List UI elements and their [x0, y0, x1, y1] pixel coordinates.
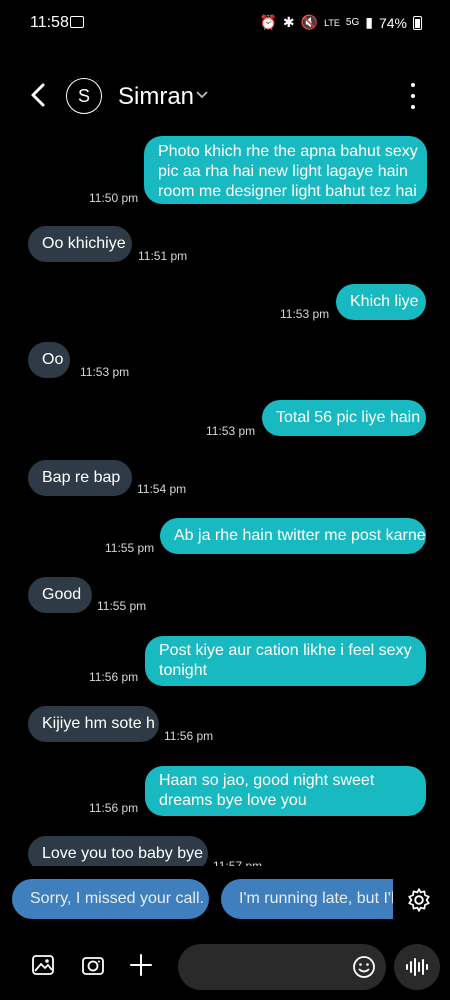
received-message-bubble[interactable]: Oo [28, 342, 70, 378]
message-timestamp: 11:53 pm [80, 365, 130, 379]
received-message-bubble[interactable]: Good [28, 577, 92, 613]
message-text-line: pic aa rha hai new light lagaye hain [158, 163, 408, 180]
message-text-line: Post kiye aur cation likhe i feel sexy [159, 642, 412, 659]
status-bar: 11:58 ⏰ ✱ 🔇 LTE 5G ▮ 74% [0, 0, 450, 50]
alarm-icon: ⏰ [259, 14, 277, 30]
more-options-icon[interactable] [410, 83, 416, 109]
suggestion-bar: Sorry, I missed your call. I'm running l… [0, 876, 450, 922]
lte-label: LTE [324, 17, 340, 28]
message-timestamp: 11:51 pm [138, 249, 188, 263]
message-text-line: tonight [159, 662, 208, 679]
battery-percent: 74% [378, 14, 407, 31]
message-timestamp: 11:50 pm [89, 191, 139, 205]
back-arrow-icon[interactable] [26, 82, 52, 108]
bluetooth-icon: ✱ [282, 14, 295, 30]
settings-gear-icon[interactable] [406, 887, 432, 913]
message-text-line: Khich liye [350, 293, 419, 310]
message-timestamp: 11:57 pm [213, 859, 263, 866]
battery-icon [413, 15, 422, 30]
plus-icon[interactable] [128, 952, 154, 978]
avatar[interactable]: S [66, 78, 102, 114]
message-text-line: Oo khichiye [42, 235, 126, 252]
message-timestamp: 11:53 pm [280, 307, 330, 321]
message-timestamp: 11:53 pm [206, 424, 256, 438]
message-text-line: Total 56 pic liye hain [276, 409, 421, 426]
avatar-initial: S [77, 85, 90, 106]
message-text-line: Bap re bap [42, 469, 121, 486]
message-timestamp: 11:56 pm [164, 729, 214, 743]
message-input[interactable] [178, 944, 386, 990]
contact-name[interactable]: Simran [118, 83, 194, 111]
message-timestamp: 11:54 pm [137, 482, 187, 496]
received-message-bubble[interactable]: Kijiye hm sote h [28, 706, 159, 742]
chevron-down-icon[interactable] [196, 90, 208, 100]
sent-message-bubble[interactable]: Khich liye [336, 284, 426, 320]
received-message-bubble[interactable]: Oo khichiye [28, 226, 132, 262]
message-timestamp: 11:56 pm [89, 801, 139, 815]
message-text-line: Oo [42, 351, 64, 368]
message-timestamp: 11:56 pm [89, 670, 139, 684]
sent-message-bubble[interactable]: Haan so jao, good night sweet dreams bye … [145, 766, 426, 816]
compose-bar [0, 938, 450, 994]
message-text-line: Kijiye hm sote h [42, 715, 155, 732]
conversation-header: S Simran [0, 70, 450, 124]
gallery-notification-icon [70, 16, 84, 28]
message-text-line: Haan so jao, good night sweet [159, 772, 375, 789]
message-text-line: Ab ja rhe hain twitter me post karne [174, 527, 426, 544]
network-label: 5G [345, 17, 360, 28]
suggestion-chip[interactable]: I'm running late, but I'll [221, 879, 393, 919]
message-timestamp: 11:55 pm [105, 541, 155, 555]
suggestion-chip[interactable]: Sorry, I missed your call. [12, 879, 209, 919]
mute-icon: 🔇 [300, 14, 319, 30]
voice-wave-icon [406, 958, 428, 976]
received-message-bubble[interactable]: Love you too baby bye [28, 836, 208, 866]
message-text-line: room me designer light bahut tez hai [158, 183, 417, 200]
status-time: 11:58 [30, 14, 69, 31]
status-icons: ⏰ ✱ 🔇 LTE 5G ▮ 74% [259, 14, 422, 31]
message-text-line: Photo khich rhe the apna bahut sexy [158, 143, 418, 160]
gallery-icon[interactable] [30, 952, 56, 978]
sent-message-bubble[interactable]: Ab ja rhe hain twitter me post karne [160, 518, 426, 554]
message-text-line: dreams bye love you [159, 792, 307, 809]
message-timestamp: 11:55 pm [97, 599, 147, 613]
sent-message-bubble[interactable]: Photo khich rhe the apna bahut sexy pic a… [144, 136, 427, 204]
signal-icon: ▮ [365, 14, 373, 30]
message-text-line: Good [42, 586, 82, 603]
camera-icon[interactable] [80, 952, 106, 978]
voice-record-button[interactable] [394, 944, 440, 990]
received-message-bubble[interactable]: Bap re bap [28, 460, 132, 496]
message-text-line: Love you too baby bye [42, 845, 204, 862]
sent-message-bubble[interactable]: Total 56 pic liye hain [262, 400, 426, 436]
sent-message-bubble[interactable]: Post kiye aur cation likhe i feel sexy to… [145, 636, 426, 686]
message-list[interactable]: Photo khich rhe the apna bahut sexy pic a… [0, 128, 450, 866]
emoji-icon[interactable] [352, 955, 376, 979]
